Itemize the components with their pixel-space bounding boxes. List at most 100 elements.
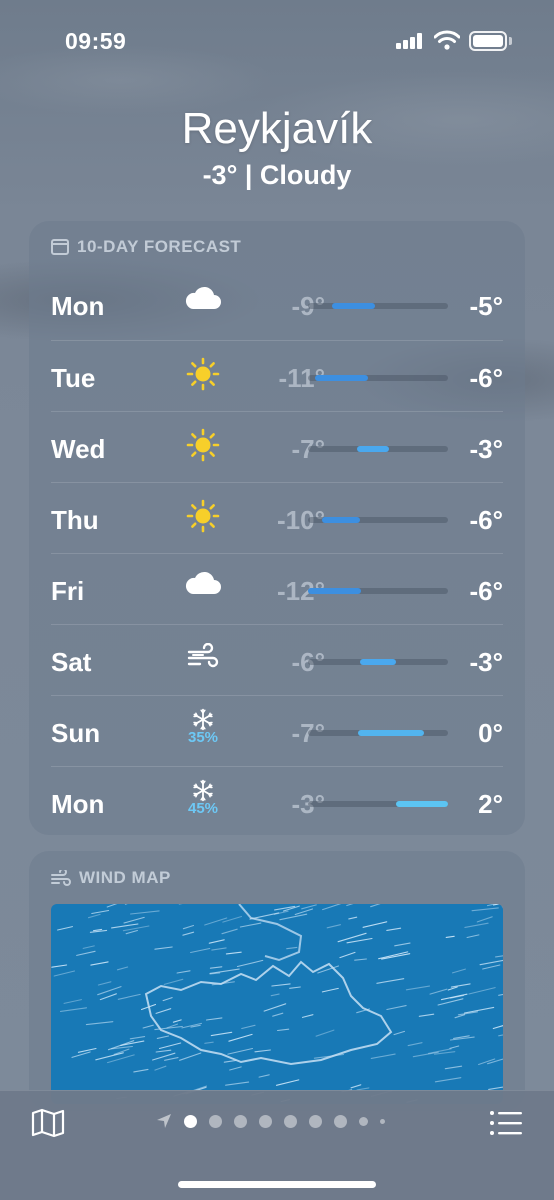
wind-streak <box>286 946 298 950</box>
forecast-row[interactable]: Tue -11° -6° <box>51 340 503 411</box>
wind-streak <box>208 939 225 944</box>
wind-streak <box>133 1068 149 1073</box>
wind-streak <box>418 1013 435 1017</box>
page-dot[interactable] <box>209 1114 222 1128</box>
wind-streak <box>111 923 139 929</box>
forecast-row[interactable]: Mon -9° -5° <box>51 269 503 340</box>
temp-range-fill <box>315 375 369 381</box>
forecast-day: Sat <box>51 647 92 677</box>
wind-streak <box>172 1019 182 1023</box>
forecast-row[interactable]: Mon 45% -3° 2° <box>51 766 503 837</box>
page-dot[interactable] <box>234 1114 247 1128</box>
page-indicator[interactable] <box>156 1113 385 1129</box>
forecast-row[interactable]: Sun 35% -7° 0° <box>51 695 503 766</box>
temp-range-bar <box>308 517 448 523</box>
map-icon[interactable] <box>30 1107 66 1139</box>
wind-streak <box>463 1006 495 1014</box>
sun-icon <box>183 357 223 395</box>
high-temp: -6° <box>469 576 503 606</box>
forecast-day: Wed <box>51 434 106 464</box>
temp-range-fill <box>358 730 425 736</box>
wind-streak <box>434 1077 462 1083</box>
wind-streak <box>354 958 367 961</box>
wind-streak <box>205 1017 223 1021</box>
page-dot[interactable] <box>284 1114 297 1128</box>
wind-streak <box>97 981 112 986</box>
forecast-row[interactable]: Fri -12° -6° <box>51 553 503 624</box>
wind-streak <box>155 1049 172 1053</box>
list-icon[interactable] <box>488 1107 524 1139</box>
wind-streak <box>122 925 150 932</box>
wind-streak <box>229 1066 242 1071</box>
wind-streak <box>87 913 101 919</box>
sun-icon <box>183 428 223 466</box>
forecast-header: 10-DAY FORECAST <box>51 237 241 257</box>
wind-map[interactable] <box>51 904 503 1104</box>
wind-streak <box>450 983 471 988</box>
wind-map-card[interactable]: WIND MAP <box>29 851 525 1111</box>
wind-streak <box>326 924 341 929</box>
wind-streak <box>239 922 262 928</box>
temp-range-fill <box>357 446 390 452</box>
location-arrow-icon <box>157 1114 171 1128</box>
wind-streak <box>468 987 496 995</box>
temp-range-fill <box>396 801 448 807</box>
wind-streak <box>471 907 499 912</box>
page-dot[interactable] <box>359 1116 368 1126</box>
wind-map-header: WIND MAP <box>51 868 171 888</box>
wind-streak <box>487 1058 503 1065</box>
wind-streak <box>273 910 289 915</box>
forecast-day: Mon <box>51 789 105 819</box>
wind-streak <box>393 1030 406 1036</box>
current-summary: -3° | Cloudy <box>202 160 352 190</box>
wind-streak <box>451 968 466 974</box>
page-dot[interactable] <box>380 1118 385 1124</box>
forecast-row[interactable]: Sat -6° -3° <box>51 624 503 695</box>
wind-streak <box>179 1052 202 1061</box>
wind-streak <box>376 978 405 984</box>
wind-streak <box>209 968 240 974</box>
wind-streak <box>258 1074 270 1078</box>
wind-streak <box>482 964 501 970</box>
wifi-icon <box>434 30 460 50</box>
page-dot[interactable] <box>309 1114 322 1128</box>
wind-streak <box>346 904 354 907</box>
page-dot-active[interactable] <box>184 1114 197 1128</box>
wind-streak <box>77 1047 97 1053</box>
wind-streak <box>154 946 173 950</box>
temp-range-bar <box>308 659 448 665</box>
wind-streak <box>182 931 195 936</box>
wind-streak <box>59 1007 88 1012</box>
wind-streak <box>348 916 358 920</box>
wind-streak <box>321 987 339 993</box>
wind-map-canvas <box>51 904 503 1103</box>
temp-range-bar <box>308 375 448 381</box>
wind-streak <box>466 934 480 939</box>
high-temp: 2° <box>478 789 503 819</box>
wind-streak <box>158 1042 182 1050</box>
forecast-card[interactable]: 10-DAY FORECAST Mon -9° -5° Tue -11° -6° Wed -7… <box>29 221 525 835</box>
wind-streak <box>51 964 68 968</box>
wind-streak <box>123 916 145 924</box>
wind-streak <box>386 927 402 931</box>
wind-streak <box>301 904 317 910</box>
bottom-toolbar <box>0 1090 554 1200</box>
page-dot[interactable] <box>334 1114 347 1128</box>
wind-streak <box>301 1014 314 1018</box>
forecast-row[interactable]: Wed -7° -3° <box>51 411 503 482</box>
forecast-row[interactable]: Thu -10° -6° <box>51 482 503 553</box>
wind-streak <box>116 966 129 971</box>
temp-range-fill <box>308 588 362 594</box>
forecast-day: Fri <box>51 576 85 606</box>
forecast-day: Thu <box>51 505 99 535</box>
temp-range-bar <box>308 730 448 736</box>
wind-streak <box>211 947 227 951</box>
wind-streak <box>464 922 489 928</box>
high-temp: -6° <box>469 505 503 535</box>
wind-streak <box>163 978 184 985</box>
wind-streak <box>289 986 301 989</box>
wind-streak <box>125 929 138 935</box>
page-dot[interactable] <box>259 1114 272 1128</box>
wind-streak <box>498 1034 503 1037</box>
temp-range-fill <box>331 303 376 309</box>
